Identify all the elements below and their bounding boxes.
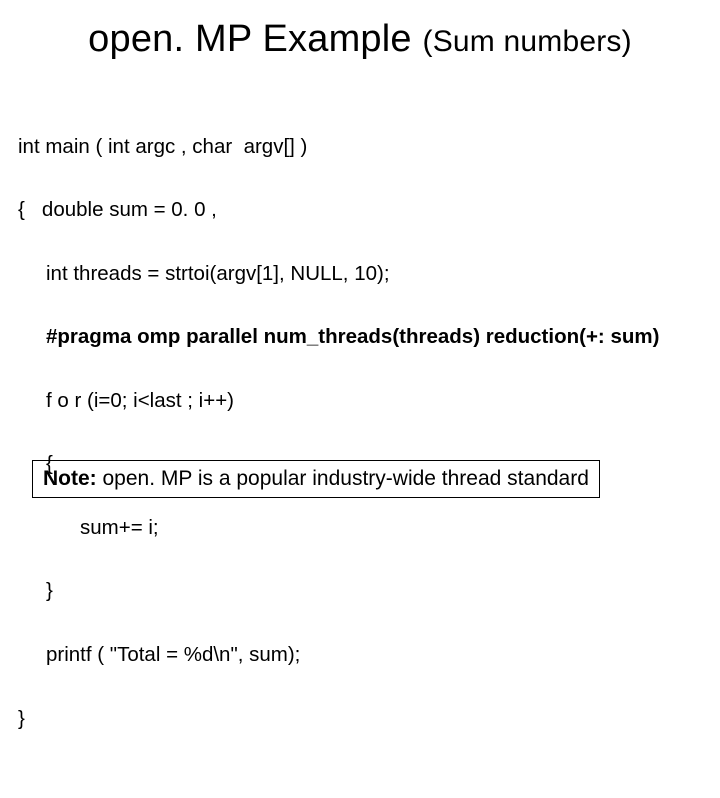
slide-title: open. MP Example (Sum numbers) (18, 18, 702, 61)
note-text: open. MP is a popular industry-wide thre… (97, 467, 589, 490)
note-box: Note: open. MP is a popular industry-wid… (32, 460, 600, 498)
code-line: } (18, 575, 702, 607)
note-label: Note: (43, 467, 97, 490)
code-line: f o r (i=0; i<last ; i++) (18, 385, 702, 417)
slide: open. MP Example (Sum numbers) int main … (0, 0, 720, 540)
code-block: int main ( int argc , char argv[] ) { do… (18, 99, 702, 798)
code-pragma-line: #pragma omp parallel num_threads(threads… (18, 321, 702, 353)
code-line: printf ( "Total = %d\n", sum); (18, 639, 702, 671)
title-main: open. MP Example (88, 18, 422, 60)
code-line: { double sum = 0. 0 , (18, 194, 702, 226)
code-line: } (18, 703, 702, 735)
title-paren: (Sum numbers) (423, 25, 632, 58)
code-line: int threads = strtoi(argv[1], NULL, 10); (18, 258, 702, 290)
code-line: int main ( int argc , char argv[] ) (18, 131, 702, 163)
code-line: sum+= i; (18, 512, 702, 544)
